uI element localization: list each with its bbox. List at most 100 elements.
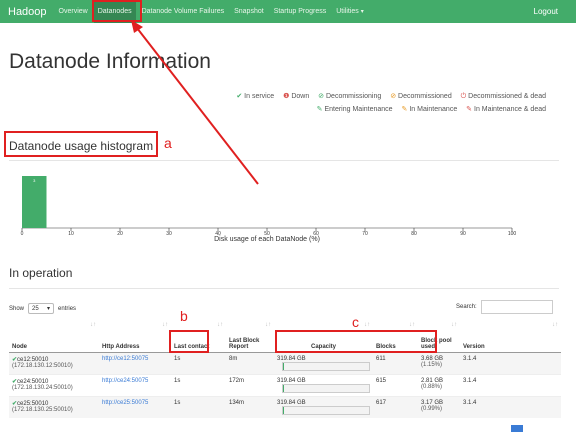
x-tick-label: 80 [411,231,417,237]
annotation-label-a: a [164,135,172,151]
capacity-bar-fill [283,406,285,414]
node-ip: (172.18.130.24:50010) [12,384,73,391]
usage-histogram: 30 10 20 30 40 50 60 70 80 90 100Disk usage of eac… [21,176,517,243]
chevron-down-icon: ▾ [47,306,51,312]
brand-logo[interactable]: Hadoop [8,6,47,18]
sort-icon: ↓↑ [162,322,168,328]
nav-utilities-label: Utilities [336,8,359,15]
nav-snapshot[interactable]: Snapshot [234,0,264,23]
x-tick-label: 70 [362,231,368,237]
http-link[interactable]: http://ce12:50075 [102,356,148,362]
table-row: ✔ce12:50010 (172.18.130.12:50010) http://… [9,351,561,374]
sort-icon: ↓↑ [451,322,457,328]
logout-link[interactable]: Logout [534,7,558,16]
http-link[interactable]: http://ce24:50075 [102,378,148,384]
check-icon: ✔ [236,93,243,100]
blocks-value: 611 [373,351,418,374]
decommissioning-icon: ⊘ [318,93,325,100]
power-icon: ⏻ [460,93,467,100]
down-icon: ❶ [283,93,290,100]
legend-down: Down [291,93,310,100]
sort-icon: ↓↑ [409,322,415,328]
nav-utilities-dropdown[interactable]: Utilities ▾ [336,0,364,23]
show-entries-control: Show 25 ▾ entries [9,303,76,314]
capacity-bar [282,361,370,371]
pagination-button[interactable] [511,425,523,432]
annotation-box-last-contact [169,330,209,353]
legend-in-maintenance-dead: In Maintenance & dead [474,106,546,113]
caret-down-icon: ▾ [360,9,364,15]
legend-in-maintenance: In Maintenance [409,106,458,113]
pool-used-pct: (0.88%) [421,383,443,390]
legend-in-service: In service [244,93,275,100]
wrench-icon: ✎ [401,106,408,113]
top-navbar: Hadoop Overview Datanodes Datanode Volum… [0,0,576,23]
last-block-report: 172m [226,373,274,396]
node-ip: (172.18.130.12:50010) [12,362,73,369]
blocks-value: 617 [373,395,418,418]
pool-used-pct: (0.99%) [421,405,443,412]
entries-select-value: 25 [32,305,39,312]
sort-icon: ↓↑ [265,322,271,328]
legend-entering-maintenance: Entering Maintenance [324,106,393,113]
last-block-report: 8m [226,351,274,374]
blocks-value: 615 [373,373,418,396]
http-link[interactable]: http://ce25:50075 [102,400,148,406]
capacity-bar-fill [283,384,285,392]
annotation-box-capacity-blocks [275,330,437,353]
annotation-label-b: b [180,308,188,324]
x-tick-label: 20 [117,231,123,237]
capacity-bar-fill [283,362,285,370]
histogram-bar [22,176,47,228]
last-contact: 1s [171,373,226,396]
in-operation-title: In operation [9,266,73,280]
decommissioned-icon: ⊘ [390,93,397,100]
last-block-report: 134m [226,395,274,418]
nav-overview[interactable]: Overview [59,0,88,23]
legend-decommissioned: Decommissioned [398,93,452,100]
search-label: Search: [456,304,477,310]
legend-decommissioned-dead: Decommissioned & dead [468,93,546,100]
status-legend: ✔ In service ❶ Down ⊘ Decommissioning ⊘ … [186,90,546,116]
last-contact: 1s [171,351,226,374]
sort-icon: ↓↑ [552,322,558,328]
x-tick-label: 0 [21,231,24,237]
nav-startup-progress[interactable]: Startup Progress [274,0,327,23]
col-http-address[interactable]: Http Address ↓↑ [99,316,171,353]
node-ip: (172.18.130.25:50010) [12,406,73,413]
table-row: ✔ce25:50010 (172.18.130.25:50010) http://… [9,395,561,418]
section-divider [9,288,559,289]
wrench-icon: ✎ [466,106,473,113]
entries-label: entries [58,305,77,312]
sort-icon: ↓↑ [217,322,223,328]
nav-datanode-volume-failures[interactable]: Datanode Volume Failures [142,0,225,23]
capacity-bar [282,383,370,393]
col-version[interactable]: Version ↓↑ [460,316,561,353]
col-node[interactable]: Node ↓↑ [9,316,99,353]
annotation-label-c: c [352,314,359,330]
x-axis-label: Disk usage of each DataNode (%) [214,236,320,243]
search-control: Search: [456,300,553,314]
capacity-bar [282,405,370,415]
sort-icon: ↓↑ [90,322,96,328]
legend-decommissioning: Decommissioning [326,93,382,100]
last-contact: 1s [171,395,226,418]
version-value: 3.1.4 [460,395,561,418]
table-row: ✔ce24:50010 (172.18.130.24:50010) http://… [9,373,561,396]
sort-icon: ↓↑ [364,322,370,328]
version-value: 3.1.4 [460,373,561,396]
x-tick-label: 100 [508,231,517,237]
x-tick-label: 10 [68,231,74,237]
col-last-block-report[interactable]: Last Block Report ↓↑ [226,316,274,353]
annotation-box-datanodes [92,0,142,22]
page-title: Datanode Information [9,50,211,73]
x-tick-label: 90 [460,231,466,237]
pool-used-pct: (1.15%) [421,361,443,368]
wrench-icon: ✎ [316,106,323,113]
show-label: Show [9,305,25,312]
search-input[interactable] [480,300,553,314]
version-value: 3.1.4 [460,351,561,374]
x-tick-label: 30 [166,231,172,237]
entries-select[interactable]: 25 ▾ [28,303,55,314]
section-divider [9,160,559,161]
